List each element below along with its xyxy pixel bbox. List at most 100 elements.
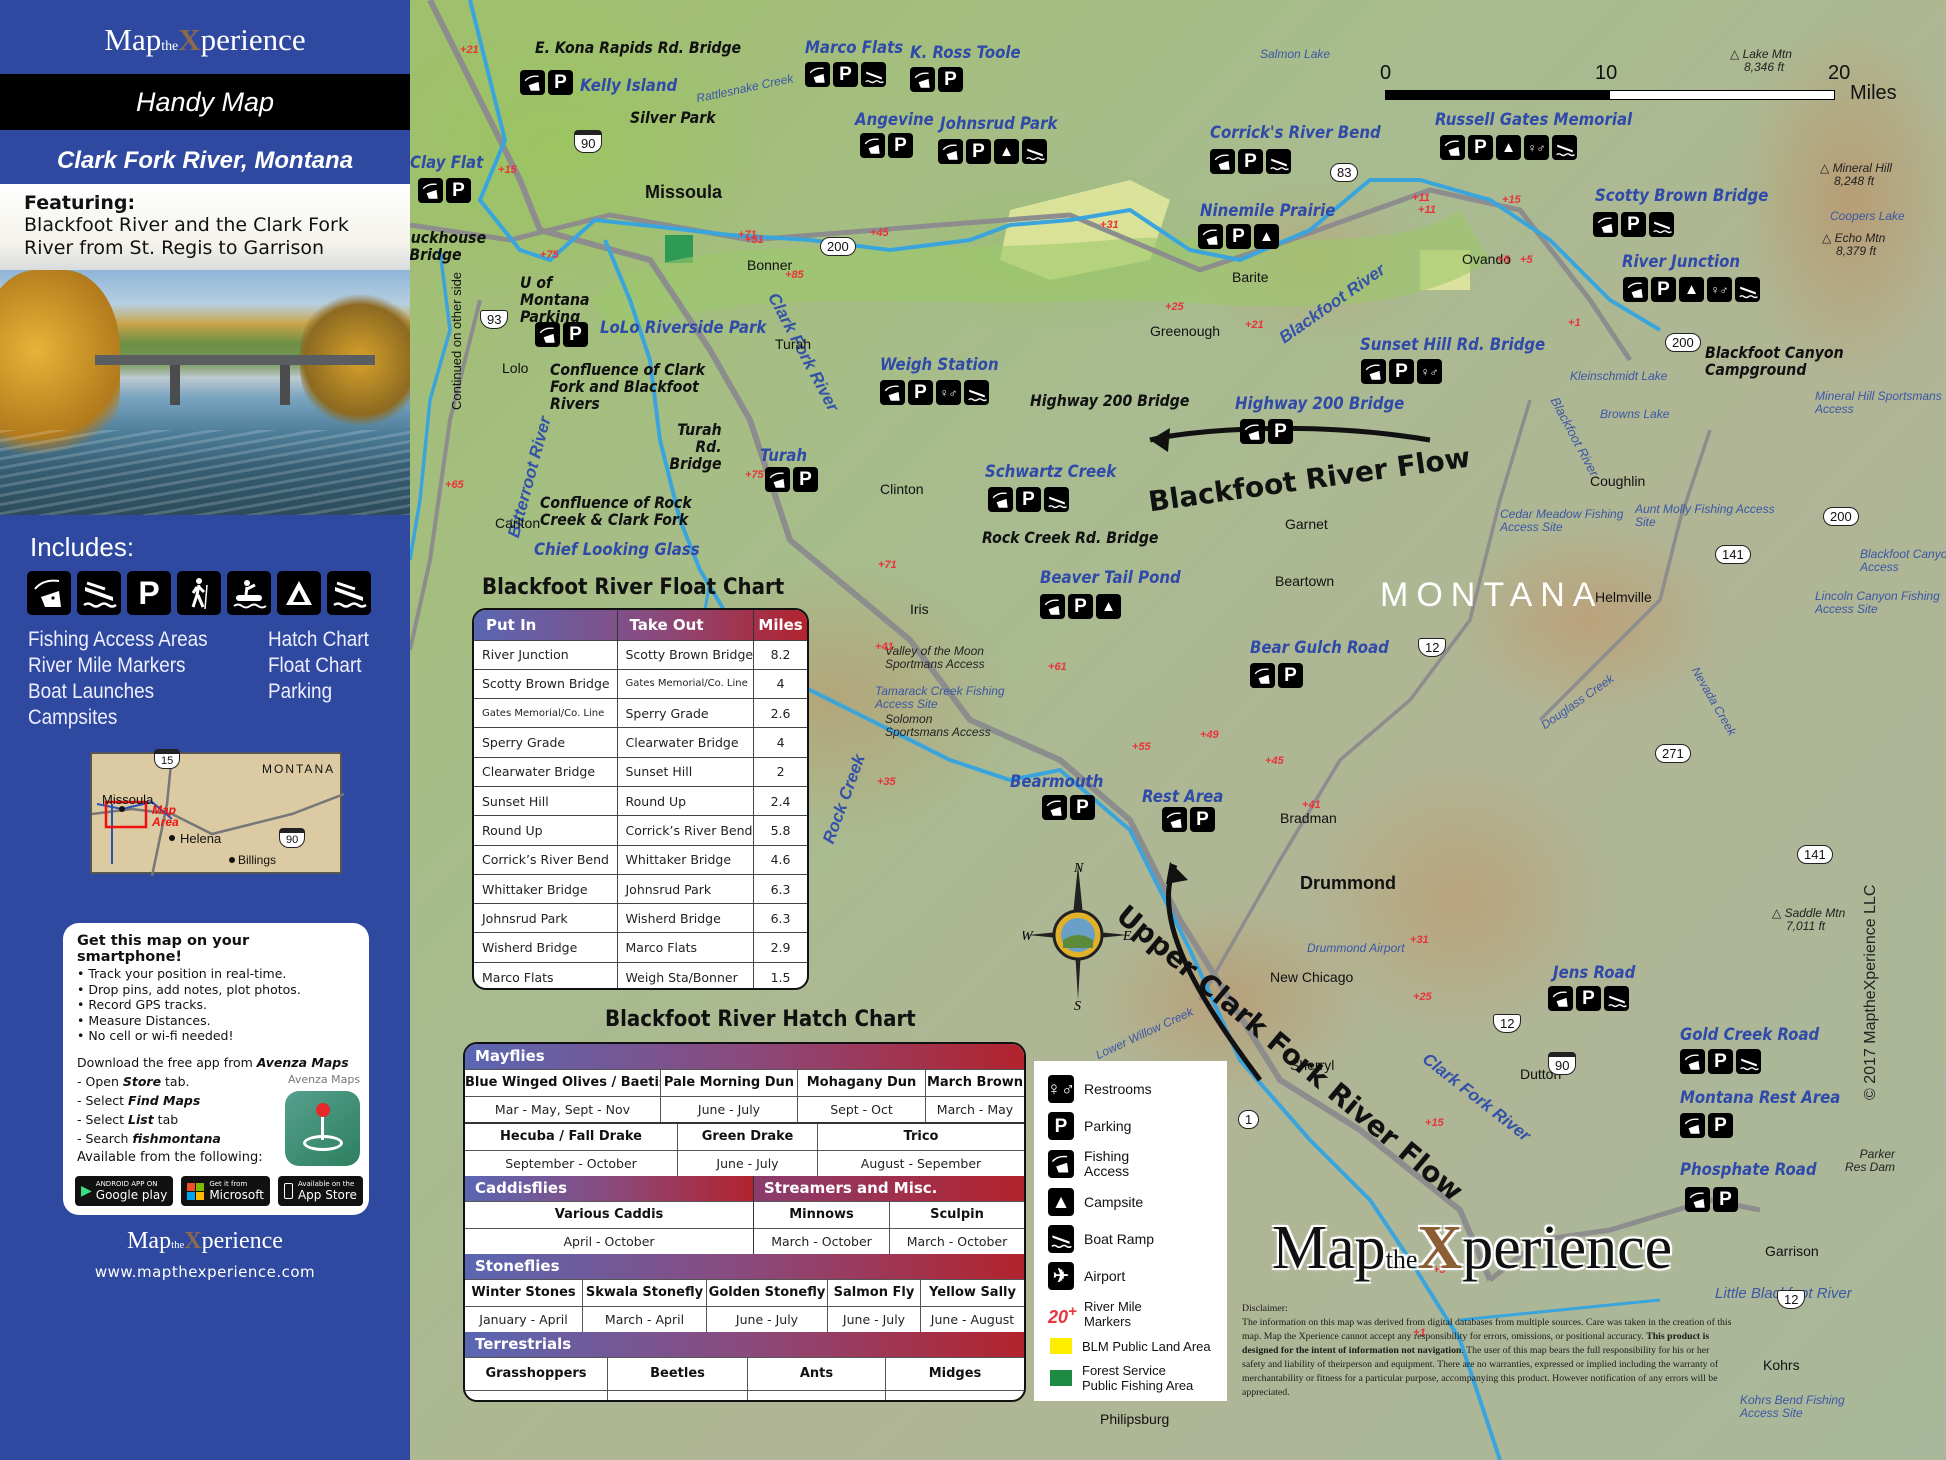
parking-icon: P	[1651, 277, 1676, 302]
access-site-amenities[interactable]: P	[1162, 807, 1215, 832]
access-site-label[interactable]: Turah	[760, 447, 807, 466]
compass-n: N	[1073, 861, 1084, 876]
water-label: Cedar Meadow Fishing Access Site	[1500, 507, 1624, 534]
access-site-label[interactable]: Rest Area	[1142, 788, 1223, 807]
boat-ramp-icon	[1552, 135, 1577, 160]
map-canvas[interactable]: 0 10 20 Miles MONTANA Blackfoot River Fl…	[410, 0, 1946, 1460]
access-site-amenities[interactable]: P ▲ ♀♂	[1623, 277, 1760, 302]
access-site-amenities[interactable]: P ▲	[1198, 224, 1279, 249]
featuring-heading: Featuring:	[24, 192, 136, 214]
boat-ramp-icon	[861, 62, 886, 87]
access-site-label[interactable]: Chief Looking Glass	[534, 541, 700, 560]
column-header: Miles	[753, 610, 807, 640]
access-site-amenities[interactable]: P	[535, 322, 588, 347]
avenza-app-icon[interactable]	[285, 1091, 360, 1166]
access-site-amenities[interactable]: P	[860, 133, 913, 158]
access-site-label[interactable]: Schwartz Creek	[985, 463, 1116, 482]
access-site-amenities[interactable]: P	[1042, 795, 1095, 820]
access-site-label[interactable]: K. Ross Toole	[910, 44, 1021, 63]
town-label: Greenough	[1150, 323, 1221, 339]
hatch-dates: April - October	[563, 1234, 655, 1249]
river-mile-marker: +41	[875, 641, 894, 654]
access-site-label[interactable]: Phosphate Road	[1680, 1161, 1817, 1180]
highway-shield: 200	[1665, 333, 1701, 352]
access-site-amenities[interactable]: P ♀♂	[880, 380, 989, 405]
avenza-link[interactable]: Avenza Maps	[257, 1055, 349, 1070]
access-site-amenities[interactable]: P	[1240, 419, 1293, 444]
water-label: Lincoln Canyon Fishing Access Site	[1815, 589, 1940, 616]
access-site-label[interactable]: Highway 200 Bridge	[1235, 395, 1404, 414]
access-site-amenities[interactable]: P ▲	[938, 139, 1047, 164]
hatch-chart-title: Blackfoot River Hatch Chart	[605, 1007, 916, 1032]
peak-icon: △	[1820, 161, 1833, 175]
put-in-cell: Sunset Hill	[474, 785, 617, 816]
boat-ramp-icon	[1604, 986, 1629, 1011]
peak-icon: △	[1730, 47, 1743, 61]
float-chart-row: Gates Memorial/Co. Line Sperry Grade 2.6	[474, 698, 807, 728]
access-site-label[interactable]: Clay Flat	[410, 154, 483, 173]
mile-number: 15	[1508, 194, 1521, 206]
boat-ramp-icon	[1048, 1225, 1074, 1253]
access-site-amenities[interactable]: P	[418, 178, 471, 203]
mile-number: 75	[751, 469, 764, 481]
access-site-amenities[interactable]: P	[1680, 1113, 1733, 1138]
access-site-label[interactable]: Angevine	[855, 111, 934, 130]
download-instructions: Download the free app from Avenza Maps	[77, 1054, 355, 1072]
access-site-label[interactable]: Ninemile Prairie	[1200, 202, 1335, 221]
google-play-badge[interactable]: ▶ ANDROID APP ON Google play	[75, 1176, 174, 1206]
hatch-name: Grasshoppers	[485, 1366, 587, 1381]
fishing-access-icon	[1240, 419, 1265, 444]
feature-label: Buckhouse Bridge	[410, 228, 487, 264]
access-site-amenities[interactable]: P	[1210, 149, 1291, 174]
access-site-label[interactable]: Kelly Island	[580, 77, 677, 96]
website-link[interactable]: www.mapthexperience.com	[0, 1263, 410, 1281]
legend-item: ▲ Campsite	[1048, 1188, 1217, 1216]
access-site-amenities[interactable]: P	[520, 70, 573, 95]
access-site-amenities[interactable]: P	[1680, 1049, 1761, 1074]
fishing-access-icon	[1198, 224, 1223, 249]
float-chart-row: Sunset Hill Round Up 2.4	[474, 785, 807, 816]
access-site-label[interactable]: Bear Gulch Road	[1250, 639, 1389, 658]
microsoft-store-badge[interactable]: Get it from Microsoft	[181, 1176, 270, 1206]
hatch-name-row: Winter Stones Skwala Stonefly Golden Sto…	[465, 1279, 1024, 1306]
access-site-label[interactable]: Marco Flats	[805, 39, 903, 58]
state-label: MONTANA	[1380, 576, 1604, 614]
access-site-amenities[interactable]: P	[765, 467, 818, 492]
promo-feature-list: Track your position in real-time. Drop p…	[77, 966, 355, 1044]
access-site-label[interactable]: Gold Creek Road	[1680, 1026, 1819, 1045]
access-site-amenities[interactable]: P ♀♂	[1361, 359, 1442, 384]
parking-icon: P	[1713, 1187, 1738, 1212]
access-site-amenities[interactable]: P	[1593, 212, 1674, 237]
access-site-amenities[interactable]: P	[910, 67, 963, 92]
access-site-amenities[interactable]: P ▲	[1040, 594, 1121, 619]
boat-launch-icon	[327, 571, 371, 615]
parking-icon: P	[1238, 149, 1263, 174]
access-site-label[interactable]: Jens Road	[1553, 964, 1635, 983]
access-site-label[interactable]: Bearmouth	[1010, 773, 1103, 792]
parking-icon: P	[833, 62, 858, 87]
step-text: - Select	[77, 1111, 129, 1127]
app-store-badge[interactable]: Available on the App Store	[277, 1176, 363, 1206]
access-site-label[interactable]: Sunset Hill Rd. Bridge	[1360, 336, 1545, 355]
access-site-label[interactable]: Corrick's River Bend	[1210, 124, 1381, 143]
access-site-label[interactable]: Beaver Tail Pond	[1040, 569, 1181, 588]
access-site-label[interactable]: Russell Gates Memorial	[1435, 111, 1632, 130]
landmark-label: Parker Res Dam	[1844, 1147, 1895, 1174]
town-label: Bradman	[1280, 810, 1337, 826]
float-chart-row: River Junction Scotty Brown Bridge 8.2	[474, 639, 807, 670]
access-site-amenities[interactable]: P	[988, 487, 1069, 512]
hatch-name-row: Minnows Sculpin	[754, 1201, 1024, 1228]
hatch-name: Salmon Fly	[827, 1280, 920, 1306]
access-site-amenities[interactable]: P	[1250, 663, 1303, 688]
float-chart-row: Sperry Grade Clearwater Bridge 4	[474, 727, 807, 758]
access-site-label[interactable]: Montana Rest Area	[1680, 1089, 1840, 1108]
access-site-amenities[interactable]: P	[1548, 986, 1629, 1011]
section-header-terrestrials: Terrestrials	[465, 1332, 1024, 1357]
access-site-label[interactable]: Weigh Station	[880, 356, 999, 375]
access-site-label[interactable]: Johnsrud Park	[940, 115, 1057, 134]
access-site-label[interactable]: River Junction	[1622, 253, 1740, 272]
access-site-label[interactable]: Scotty Brown Bridge	[1595, 187, 1768, 206]
disclaimer: Disclaimer: The information on this map …	[1242, 1302, 1732, 1400]
access-site-amenities[interactable]: P	[1685, 1187, 1738, 1212]
access-site-amenities[interactable]: P ▲ ♀♂	[1440, 135, 1577, 160]
